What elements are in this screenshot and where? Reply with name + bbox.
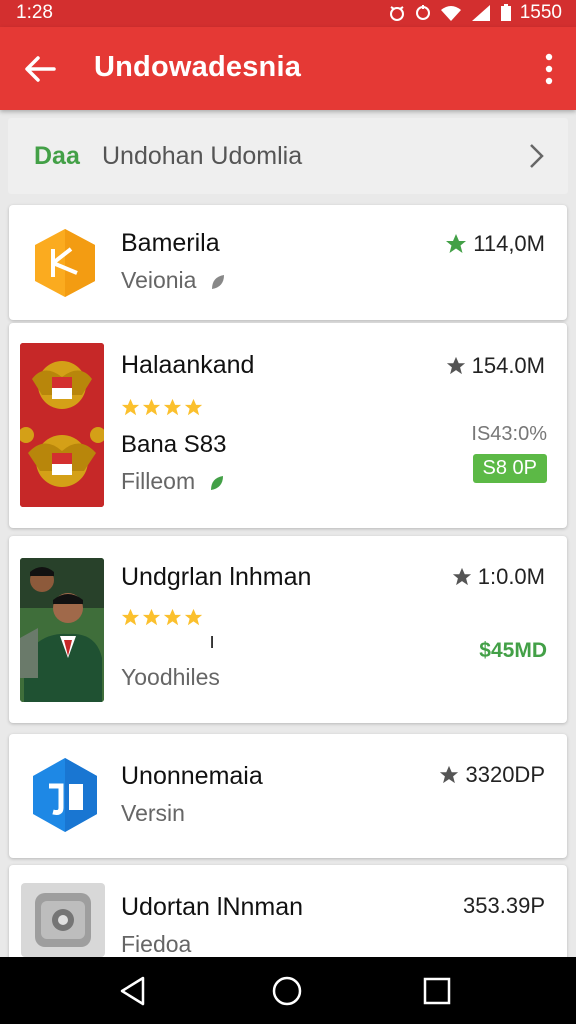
rating-stars: [121, 608, 203, 627]
star-icon: [121, 398, 140, 416]
nav-home-icon[interactable]: [271, 975, 303, 1007]
app-subtitle: Fiedoa: [121, 931, 192, 957]
star-icon: [440, 765, 459, 784]
app-subtitle: Versin: [121, 800, 185, 826]
arrow-left-icon[interactable]: [22, 51, 58, 87]
app-downloads: 1:0.0M: [452, 564, 545, 590]
star-icon: [446, 356, 465, 375]
signal-icon: [471, 5, 490, 21]
wifi-icon: [440, 6, 461, 21]
status-battery-text: 1550: [519, 2, 562, 23]
app-subtitle-text: Veionia: [121, 267, 197, 293]
star-icon: [184, 398, 203, 416]
rating-stars: [121, 398, 203, 417]
app-subtitle-text: Filleom: [121, 468, 196, 494]
price-button[interactable]: S8 0P: [472, 454, 547, 483]
app-subtitle: Yoodhiles: [121, 664, 220, 690]
app-downloads-text: 1:0.0M: [477, 564, 545, 589]
app-thumbnail: [20, 343, 104, 507]
leaf-icon: [210, 475, 223, 490]
app-name: Undgrlan lnhman: [121, 563, 312, 591]
page-title: Undowadesnia: [94, 51, 302, 83]
app-card[interactable]: Unonnemaia Versin 3320DP: [9, 734, 567, 858]
app-card[interactable]: Bamerila Veionia 114,0M: [9, 205, 567, 320]
app-downloads: 114,0M: [445, 231, 545, 257]
category-row[interactable]: Daa Undohan Udomlia: [8, 118, 568, 194]
app-name: Udortan lNnman: [121, 893, 304, 921]
app-downloads-text: 353.39P: [463, 893, 545, 918]
star-icon: [121, 608, 140, 626]
app-icon-gray: [21, 883, 105, 957]
alarm-icon: [389, 6, 404, 21]
app-name: Unonnemaia: [121, 762, 263, 790]
star-icon: [163, 398, 182, 416]
status-icons: 1550: [388, 2, 562, 24]
tick-mark: ı: [209, 628, 216, 653]
leaf-icon: [211, 274, 224, 289]
star-icon: [446, 234, 467, 253]
nav-recents-icon[interactable]: [421, 975, 453, 1007]
app-bar: Undowadesnia: [0, 27, 576, 110]
app-card[interactable]: Undgrlan lnhman ı Yoodhiles 1:0.0M $45MD: [9, 536, 567, 723]
system-nav-bar: [0, 957, 576, 1024]
battery-icon: [500, 4, 511, 21]
app-downloads: 353.39P: [463, 893, 545, 919]
app-subtitle: Filleom: [121, 468, 226, 495]
category-label: Undohan Udomlia: [102, 142, 303, 170]
star-icon: [163, 608, 182, 626]
app-downloads-text: 154.0M: [471, 353, 545, 378]
nav-back-icon[interactable]: [117, 975, 149, 1007]
status-time: 1:28: [16, 2, 53, 23]
app-name: Halaankand: [121, 351, 255, 379]
star-icon: [184, 608, 203, 626]
app-downloads-text: 3320DP: [465, 762, 545, 787]
star-icon: [452, 567, 471, 586]
app-subtitle: Veionia: [121, 267, 227, 294]
app-downloads: 154.0M: [446, 353, 545, 379]
sync-icon: [415, 5, 430, 20]
more-vert-icon[interactable]: [542, 51, 556, 87]
app-thumbnail: [20, 558, 104, 702]
app-card[interactable]: Halaankand Bana S83 Filleom 154.0M IS43:…: [9, 323, 567, 528]
app-icon-orange: [35, 229, 95, 297]
chevron-right-icon: [530, 144, 544, 168]
status-bar: 1:28 1550: [0, 0, 576, 27]
app-price[interactable]: $45MD: [479, 639, 547, 663]
app-meta: Bana S83: [121, 431, 227, 458]
star-icon: [142, 608, 161, 626]
app-name: Bamerila: [121, 229, 220, 257]
app-icon-blue: [33, 758, 97, 832]
app-downloads: 3320DP: [439, 762, 545, 788]
category-tag: Daa: [34, 142, 80, 170]
app-downloads-text: 114,0M: [473, 231, 545, 256]
app-old-price: IS43:0%: [471, 423, 547, 445]
star-icon: [142, 398, 161, 416]
